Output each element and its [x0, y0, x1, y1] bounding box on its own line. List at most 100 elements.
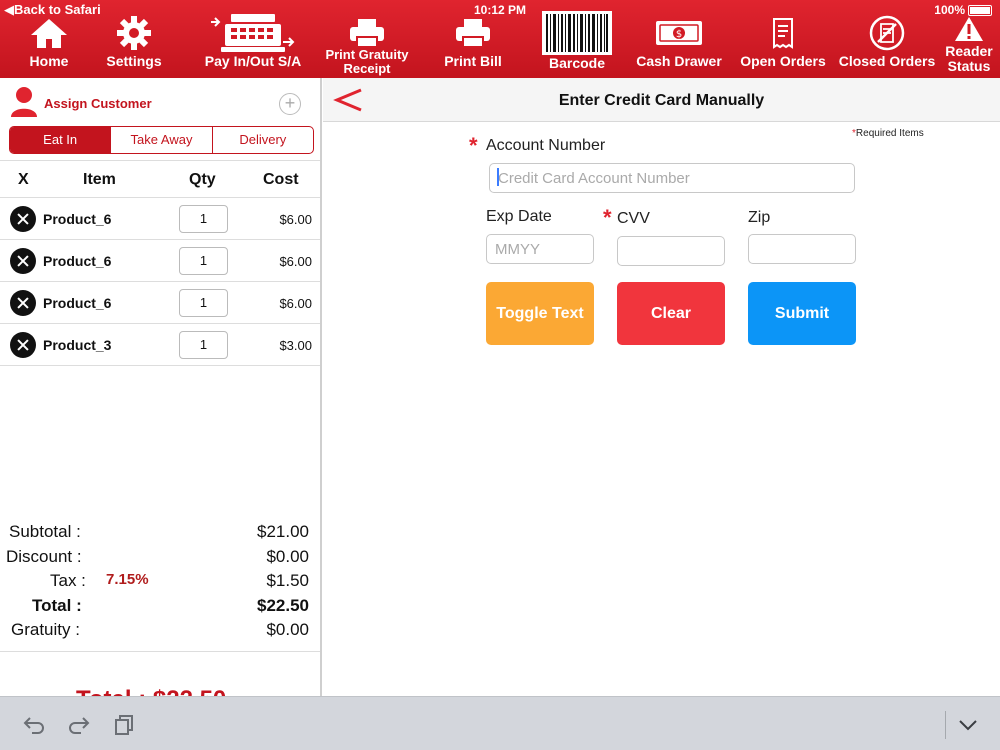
paste-icon[interactable] [114, 714, 134, 736]
person-icon [11, 87, 37, 117]
tab-delivery[interactable]: Delivery [213, 127, 313, 153]
printer-icon [456, 19, 490, 48]
open-orders-button[interactable]: Open Orders [738, 12, 828, 78]
total-row: Total : $22.50 [0, 594, 320, 619]
closed-receipt-icon [869, 15, 905, 51]
tax-row: Tax : 7.15% $1.50 [0, 569, 320, 594]
qty-field[interactable]: 1 [179, 289, 228, 317]
order-type-tabs: Eat In Take Away Delivery [9, 126, 314, 154]
remove-item-icon[interactable] [10, 332, 36, 358]
cvv-input[interactable] [617, 236, 725, 266]
col-x: X [18, 171, 29, 188]
item-name: Product_6 [43, 211, 112, 227]
zip-input[interactable] [748, 234, 856, 264]
discount-value: $0.00 [266, 546, 309, 566]
print-bill-label: Print Bill [444, 53, 502, 69]
item-cost: $6.00 [279, 212, 312, 227]
qty-field[interactable]: 1 [179, 247, 228, 275]
cash-drawer-button[interactable]: $ Cash Drawer [634, 12, 724, 78]
print-gratuity-label: Print Gratuity Receipt [325, 48, 408, 76]
zip-label: Zip [748, 209, 771, 226]
account-number-label: Account Number [486, 137, 606, 154]
col-item: Item [83, 171, 116, 188]
settings-button[interactable]: Settings [102, 12, 166, 78]
home-label: Home [29, 53, 69, 69]
receipt-icon [773, 18, 793, 49]
text-cursor [497, 168, 499, 186]
tax-value: $1.50 [266, 571, 309, 590]
gratuity-value: $0.00 [266, 620, 309, 639]
pay-in-out-label: Pay In/Out S/A [204, 53, 302, 69]
reader-status-line2: Status [947, 58, 991, 74]
keyboard-shortcut-bar [0, 696, 1000, 750]
subtotal-row: Subtotal : $21.00 [0, 520, 320, 545]
print-gratuity-receipt-button[interactable]: Print Gratuity Receipt [318, 12, 416, 78]
item-name: Product_6 [43, 295, 112, 311]
barcode-icon [542, 11, 612, 55]
undo-icon[interactable] [22, 714, 46, 734]
qty-field[interactable]: 1 [179, 205, 228, 233]
tab-take-away[interactable]: Take Away [111, 127, 213, 153]
toolbar-separator [945, 711, 946, 739]
table-row: Product_6 1 $6.00 [0, 240, 320, 282]
closed-orders-label: Closed Orders [838, 53, 936, 69]
closed-orders-button[interactable]: Closed Orders [838, 12, 936, 78]
order-table-header: X Item Qty Cost [0, 160, 320, 198]
subtotal-label: Subtotal : [9, 522, 81, 541]
assign-customer-row[interactable]: Assign Customer + [0, 78, 320, 126]
table-row: Product_6 1 $6.00 [0, 198, 320, 240]
tab-eat-in[interactable]: Eat In [10, 127, 112, 153]
remove-item-icon[interactable] [10, 290, 36, 316]
print-bill-button[interactable]: Print Bill [438, 12, 508, 78]
top-toolbar: ◀Back to Safari 10:12 PM 100% Home Setti… [0, 0, 1000, 78]
add-customer-icon[interactable]: + [279, 93, 301, 115]
gratuity-row: Gratuity : $0.00 [0, 618, 320, 643]
account-number-input[interactable] [489, 163, 855, 193]
exp-date-input[interactable] [486, 234, 594, 264]
reader-status-button[interactable]: Reader Status [942, 14, 996, 80]
required-star-cvv: * [603, 205, 612, 230]
toggle-text-button[interactable]: Toggle Text [486, 282, 594, 345]
item-name: Product_3 [43, 337, 112, 353]
redo-icon[interactable] [67, 714, 91, 734]
qty-field[interactable]: 1 [179, 331, 228, 359]
home-icon [31, 19, 67, 48]
cash-drawer-label: Cash Drawer [636, 53, 722, 69]
settings-label: Settings [106, 53, 162, 69]
pos-app: ◀Back to Safari 10:12 PM 100% Home Setti… [0, 0, 1000, 750]
gear-icon [117, 16, 151, 50]
home-button[interactable]: Home [22, 12, 76, 78]
svg-text:$: $ [676, 29, 682, 40]
cash-icon: $ [656, 21, 702, 45]
reader-status-line1: Reader [945, 43, 993, 59]
discount-row: Discount : $0.00 [0, 545, 320, 570]
open-orders-label: Open Orders [740, 53, 826, 69]
cvv-label: CVV [617, 210, 650, 227]
assign-customer-label: Assign Customer [44, 96, 152, 111]
remove-item-icon[interactable] [10, 248, 36, 274]
discount-label: Discount : [6, 546, 82, 566]
gratuity-label: Gratuity : [11, 620, 80, 639]
required-note-label: Required Items [855, 128, 924, 139]
cash-register-icon [211, 14, 295, 52]
item-cost: $6.00 [279, 254, 312, 269]
total-value: $22.50 [257, 595, 309, 615]
clear-button[interactable]: Clear [617, 282, 725, 345]
item-cost: $3.00 [279, 338, 312, 353]
submit-button[interactable]: Submit [748, 282, 856, 345]
warning-icon [955, 17, 983, 41]
chevron-down-icon[interactable] [958, 719, 978, 731]
item-cost: $6.00 [279, 296, 312, 311]
exp-date-label: Exp Date [486, 208, 552, 225]
remove-item-icon[interactable] [10, 206, 36, 232]
tax-rate: 7.15% [106, 571, 149, 588]
print-gratuity-line1: Print Gratuity [325, 47, 409, 62]
card-entry-panel: Enter Credit Card Manually *Required Ite… [323, 78, 1000, 696]
tax-label: Tax : [50, 571, 86, 590]
total-label: Total : [32, 595, 82, 615]
order-totals: Subtotal : $21.00 Discount : $0.00 Tax :… [0, 520, 320, 643]
pay-in-out-button[interactable]: Pay In/Out S/A [200, 12, 306, 78]
required-star-account: * [469, 133, 478, 158]
col-cost: Cost [263, 171, 299, 188]
barcode-button[interactable]: Barcode [540, 10, 614, 76]
